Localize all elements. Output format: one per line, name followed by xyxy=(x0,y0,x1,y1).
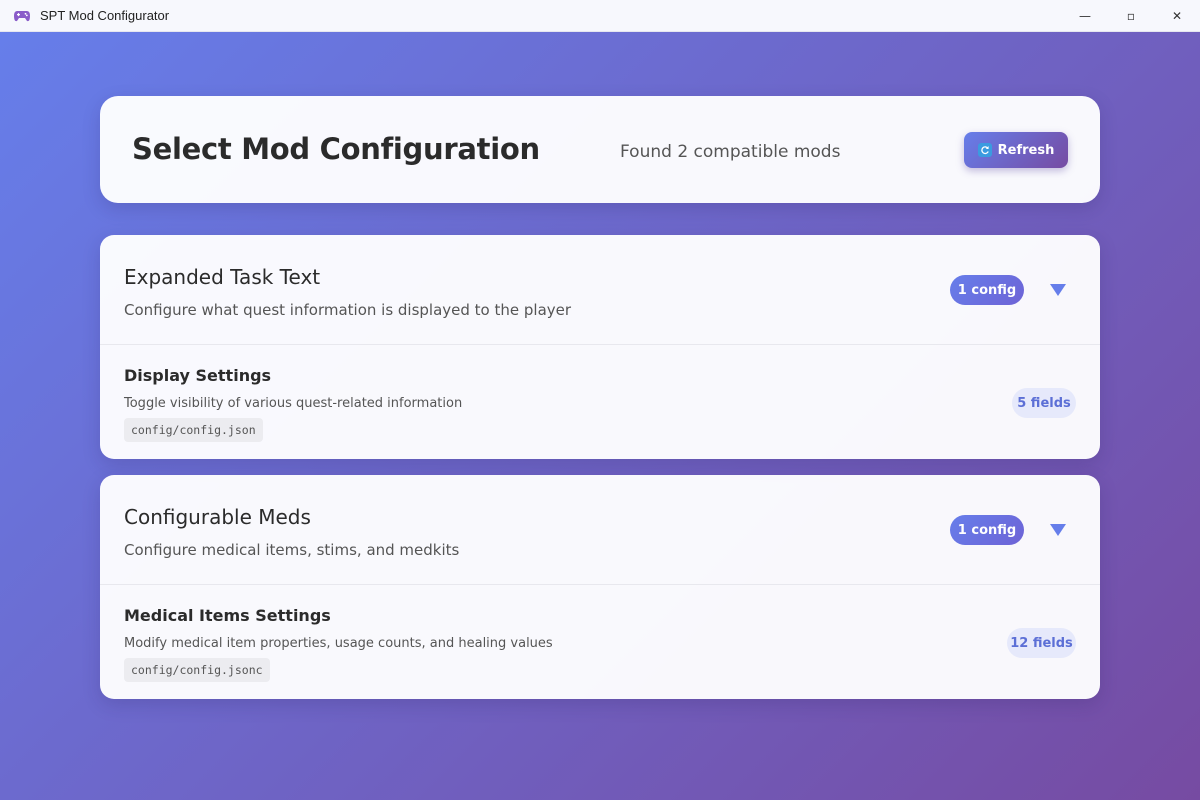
mod-description: Configure what quest information is disp… xyxy=(124,301,572,319)
config-path: config/config.json xyxy=(124,418,263,442)
mod-header[interactable]: Configurable Meds Configure medical item… xyxy=(100,475,1100,585)
config-path: config/config.jsonc xyxy=(124,658,270,682)
found-mods-count: Found 2 compatible mods xyxy=(620,142,841,162)
config-name: Display Settings xyxy=(124,366,272,385)
chevron-down-icon[interactable] xyxy=(1046,279,1070,301)
refresh-button[interactable]: Refresh xyxy=(964,132,1068,168)
config-count-badge: 1 config xyxy=(950,515,1024,545)
window-title: SPT Mod Configurator xyxy=(40,8,170,23)
mod-description: Configure medical items, stims, and medk… xyxy=(124,541,460,559)
config-item-medical-items-settings[interactable]: Medical Items Settings Modify medical it… xyxy=(100,586,1100,699)
mod-header[interactable]: Expanded Task Text Configure what quest … xyxy=(100,235,1100,345)
page-title: Select Mod Configuration xyxy=(132,132,540,166)
header-card: Select Mod Configuration Found 2 compati… xyxy=(100,96,1100,203)
mod-card-expanded-task-text: Expanded Task Text Configure what quest … xyxy=(100,235,1100,459)
mod-card-configurable-meds: Configurable Meds Configure medical item… xyxy=(100,475,1100,699)
refresh-icon xyxy=(977,143,992,157)
close-button[interactable]: ✕ xyxy=(1154,0,1200,32)
refresh-label: Refresh xyxy=(997,142,1055,158)
config-description: Modify medical item properties, usage co… xyxy=(124,636,553,651)
main-content: Select Mod Configuration Found 2 compati… xyxy=(0,32,1200,800)
maximize-button[interactable]: ▫ xyxy=(1108,0,1154,32)
fields-count-badge: 12 fields xyxy=(1007,628,1076,658)
minimize-button[interactable]: — xyxy=(1062,0,1108,32)
fields-count-badge: 5 fields xyxy=(1012,388,1076,418)
mod-name: Expanded Task Text xyxy=(124,265,321,289)
config-count-badge: 1 config xyxy=(950,275,1024,305)
config-name: Medical Items Settings xyxy=(124,606,331,625)
mod-name: Configurable Meds xyxy=(124,505,311,529)
config-description: Toggle visibility of various quest-relat… xyxy=(124,396,463,411)
title-bar: SPT Mod Configurator — ▫ ✕ xyxy=(0,0,1200,32)
gamepad-icon xyxy=(14,8,30,24)
chevron-down-icon[interactable] xyxy=(1046,519,1070,541)
config-item-display-settings[interactable]: Display Settings Toggle visibility of va… xyxy=(100,346,1100,459)
window-controls: — ▫ ✕ xyxy=(1062,0,1200,32)
